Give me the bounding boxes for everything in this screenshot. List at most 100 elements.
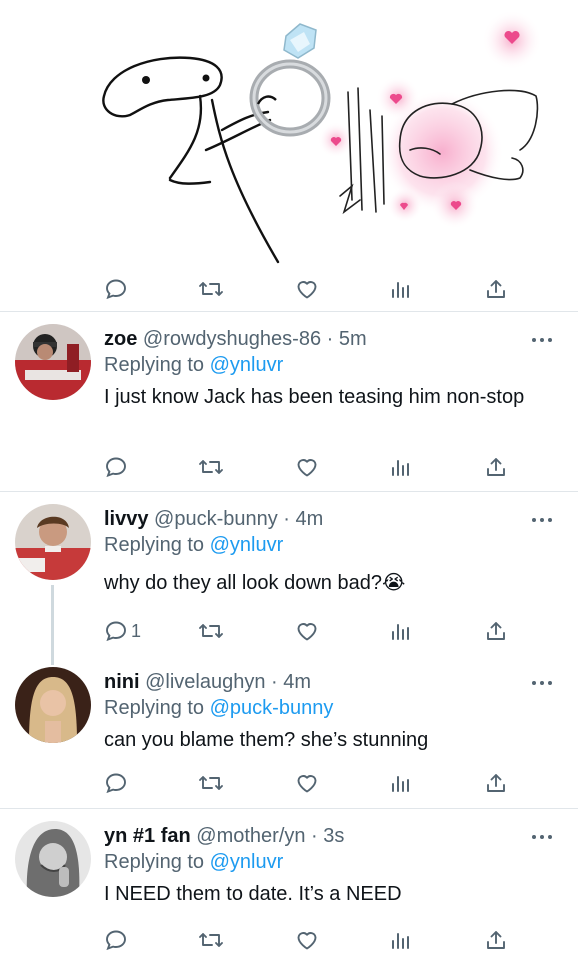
tweet-header: livvy @puck-bunny · 4m	[104, 506, 528, 532]
tweet-body: yn #1 fan @mother/yn · 3s Replying to @y…	[104, 823, 528, 908]
views-icon	[392, 776, 409, 792]
views-icon	[392, 460, 409, 476]
like-button[interactable]	[295, 452, 319, 482]
tweet-body: zoe @rowdyshughes-86 · 5m Replying to @y…	[104, 326, 528, 411]
reply-count: 1	[131, 620, 142, 641]
share-button[interactable]	[484, 925, 508, 955]
share-button[interactable]	[484, 274, 508, 304]
replying-to: Replying to @puck-bunny	[104, 695, 528, 721]
reply-icon	[106, 930, 126, 951]
reply-button[interactable]	[104, 768, 131, 798]
views-button[interactable]	[390, 616, 412, 646]
avatar-image	[15, 821, 91, 897]
tweet-header: yn #1 fan @mother/yn · 3s	[104, 823, 528, 849]
display-name[interactable]: livvy	[104, 508, 148, 530]
views-button[interactable]	[390, 768, 412, 798]
retweet-icon	[199, 776, 223, 790]
avatar-image	[15, 667, 91, 743]
retweet-button[interactable]	[198, 274, 224, 304]
reply-icon	[106, 457, 126, 478]
tweet-text: I NEED them to date. It’s a NEED	[104, 883, 402, 905]
retweet-icon	[199, 460, 223, 474]
like-button[interactable]	[295, 616, 319, 646]
mention-link[interactable]: @puck-bunny	[210, 697, 334, 719]
tweet-body: nini @livelaughyn · 4m Replying to @puck…	[104, 669, 528, 754]
share-icon	[487, 774, 505, 792]
avatar-image	[15, 324, 91, 400]
retweet-icon	[199, 933, 223, 947]
separator: ·	[277, 508, 296, 530]
separator: ·	[305, 825, 324, 847]
more-options-button[interactable]	[532, 335, 556, 345]
separator: ·	[265, 671, 284, 693]
user-handle[interactable]: @rowdyshughes-86	[143, 328, 321, 350]
retweet-button[interactable]	[198, 925, 224, 955]
more-options-button[interactable]	[532, 832, 556, 842]
views-icon	[392, 933, 409, 949]
like-icon	[297, 459, 317, 477]
display-name[interactable]: zoe	[104, 328, 137, 350]
views-icon	[392, 282, 409, 298]
user-handle[interactable]: @livelaughyn	[145, 671, 265, 693]
replying-to: Replying to @ynluvr	[104, 352, 528, 378]
views-button[interactable]	[390, 925, 412, 955]
mention-link[interactable]: @ynluvr	[210, 851, 284, 873]
tweet-actions: 1	[0, 616, 578, 646]
tweet-media-image[interactable]	[0, 0, 578, 270]
avatar[interactable]	[15, 504, 91, 580]
retweet-button[interactable]	[198, 616, 224, 646]
meme-drawing	[102, 10, 542, 264]
views-button[interactable]	[390, 452, 412, 482]
avatar[interactable]	[15, 821, 91, 897]
avatar-image	[15, 504, 91, 580]
retweet-icon	[199, 282, 223, 296]
reply-button[interactable]	[104, 925, 131, 955]
avatar[interactable]	[15, 324, 91, 400]
share-icon	[487, 458, 505, 476]
replying-label: Replying to	[104, 354, 205, 376]
like-icon	[297, 932, 317, 950]
like-icon	[297, 281, 317, 299]
like-button[interactable]	[295, 768, 319, 798]
mention-link[interactable]: @ynluvr	[210, 534, 284, 556]
like-icon	[297, 623, 317, 641]
share-icon	[487, 622, 505, 640]
timestamp[interactable]: 4m	[296, 508, 324, 530]
share-button[interactable]	[484, 616, 508, 646]
timestamp[interactable]: 3s	[323, 825, 344, 847]
display-name[interactable]: nini	[104, 671, 140, 693]
tweet-body: livvy @puck-bunny · 4m Replying to @ynlu…	[104, 506, 528, 597]
share-button[interactable]	[484, 452, 508, 482]
reply-button[interactable]	[104, 274, 128, 304]
share-icon	[487, 280, 505, 298]
reply-button[interactable]	[104, 452, 131, 482]
like-button[interactable]	[295, 274, 319, 304]
replying-label: Replying to	[104, 697, 205, 719]
avatar[interactable]	[15, 667, 91, 743]
user-handle[interactable]: @puck-bunny	[154, 508, 278, 530]
tweet-actions	[0, 452, 578, 482]
more-options-button[interactable]	[532, 678, 556, 688]
share-button[interactable]	[484, 768, 508, 798]
reply-button[interactable]: 1	[104, 616, 141, 646]
timestamp[interactable]: 4m	[283, 671, 311, 693]
like-button[interactable]	[295, 925, 319, 955]
replying-label: Replying to	[104, 851, 205, 873]
display-name[interactable]: yn #1 fan	[104, 825, 191, 847]
more-options-button[interactable]	[532, 515, 556, 525]
timestamp[interactable]: 5m	[339, 328, 367, 350]
replying-to: Replying to @ynluvr	[104, 532, 528, 558]
reply-icon	[106, 279, 126, 300]
separator: ·	[321, 328, 339, 350]
share-icon	[487, 931, 505, 949]
retweet-button[interactable]	[198, 452, 224, 482]
retweet-button[interactable]	[198, 768, 224, 798]
tweet-text: why do they all look down bad?😭	[104, 572, 406, 594]
views-button[interactable]	[390, 274, 412, 304]
tweet-text: I just know Jack has been teasing him no…	[104, 386, 525, 408]
user-handle[interactable]: @mother/yn	[196, 825, 305, 847]
like-icon	[297, 775, 317, 793]
replying-to: Replying to @ynluvr	[104, 849, 528, 875]
mention-link[interactable]: @ynluvr	[210, 354, 284, 376]
tweet-text: can you blame them? she’s stunning	[104, 729, 429, 751]
